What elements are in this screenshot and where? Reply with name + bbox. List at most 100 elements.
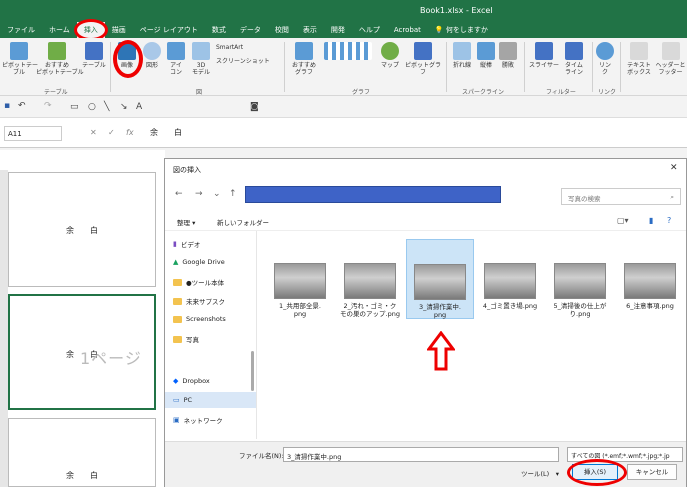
winloss-label: 勝敗 xyxy=(501,62,514,69)
oval-shape-icon[interactable]: ○ xyxy=(88,102,96,112)
camera-icon[interactable]: ◙ xyxy=(250,102,259,112)
file-item[interactable]: 1_共用部全景. png xyxy=(266,259,334,318)
file-item-selected[interactable]: 3_清掃作業中. png xyxy=(406,239,474,319)
tab-help[interactable]: ヘルプ xyxy=(352,22,387,38)
dialog-footer: ファイル名(N): 3_清掃作業中.png すべての図 (*.emf;*.wmf… xyxy=(165,441,686,487)
shapes-icon xyxy=(143,42,161,60)
file-name: 5_清掃後の仕上が り.png xyxy=(553,302,607,318)
tab-file[interactable]: ファイル xyxy=(0,22,42,38)
group-filter-label: フィルター xyxy=(546,89,576,96)
file-item[interactable]: 6_注意事項.png xyxy=(616,259,684,310)
google-drive-icon: ▲ xyxy=(173,258,179,266)
image-thumbnail xyxy=(484,263,536,299)
tab-formulas[interactable]: 数式 xyxy=(205,22,233,38)
new-folder-button[interactable]: 新しいフォルダー xyxy=(217,217,269,227)
nav-item-folder[interactable]: ●ツール本体 xyxy=(173,277,224,287)
scrollbar[interactable] xyxy=(251,351,254,391)
back-arrow-icon[interactable]: ← xyxy=(175,189,183,199)
3d-model-button[interactable]: 3D モデル xyxy=(188,42,214,76)
window-title: Book1.xlsx - Excel xyxy=(420,6,493,15)
undo-icon[interactable]: ↶ xyxy=(18,101,26,111)
preview-pane-icon[interactable]: ▮ xyxy=(649,216,653,225)
smartart-label: SmartArt xyxy=(216,44,244,51)
redo-icon[interactable]: ↷ xyxy=(44,101,52,111)
nav-item-folder[interactable]: Screenshots xyxy=(173,315,226,323)
line-shape-icon[interactable]: ╲ xyxy=(104,102,109,112)
image-thumbnail xyxy=(414,264,466,300)
close-icon[interactable]: ✕ xyxy=(670,163,678,173)
pivot-chart-button[interactable]: ピボットグラフ xyxy=(404,42,442,76)
tab-acrobat[interactable]: Acrobat xyxy=(387,22,428,38)
file-item[interactable]: 5_清掃後の仕上が り.png xyxy=(546,259,614,318)
ribbon-tabs: ファイル ホーム 挿入 描画 ページ レイアウト 数式 データ 校閲 表示 開発… xyxy=(0,19,495,41)
nav-item-network[interactable]: ▣ ネットワーク xyxy=(173,415,223,425)
pivot-table-button[interactable]: ピボットテー ブル xyxy=(2,42,38,76)
tab-home[interactable]: ホーム xyxy=(42,22,77,38)
timeline-button[interactable]: タイム ライン xyxy=(560,42,588,76)
cancel-icon[interactable]: ✕ xyxy=(90,128,97,137)
cancel-button[interactable]: キャンセル xyxy=(627,464,677,480)
ribbon-divider xyxy=(446,42,447,92)
ribbon-divider xyxy=(620,42,621,92)
tab-insert[interactable]: 挿入 xyxy=(73,19,108,41)
tab-review[interactable]: 校閲 xyxy=(268,22,296,38)
shapes-button[interactable]: 図形 xyxy=(140,42,164,69)
cube-icon xyxy=(192,42,210,60)
icons-button[interactable]: アイ コン xyxy=(164,42,188,76)
sparkline-winloss-button[interactable]: 勝敗 xyxy=(498,42,518,69)
header-footer-button[interactable]: ヘッダーと フッター xyxy=(654,42,687,76)
chevron-down-icon[interactable]: ⌄ xyxy=(213,189,221,199)
link-label: リン ク xyxy=(598,62,611,76)
pivot-table-icon xyxy=(10,42,28,60)
nav-item-dropbox[interactable]: ◆ Dropbox xyxy=(173,377,210,385)
file-item[interactable]: 2_汚れ・ゴミ・ク モの巣のアップ.png xyxy=(336,259,404,318)
screenshot-label: スクリーンショット xyxy=(216,58,270,65)
sparkline-column-button[interactable]: 縦棒 xyxy=(476,42,496,69)
help-icon[interactable]: ? xyxy=(667,216,671,225)
line-label: 折れ線 xyxy=(452,62,471,69)
tab-draw[interactable]: 描画 xyxy=(105,22,133,38)
arrow-shape-icon[interactable]: ↘ xyxy=(120,102,128,112)
up-arrow-icon[interactable]: ↑ xyxy=(229,189,237,199)
textbox-button[interactable]: テキスト ボックス xyxy=(624,42,654,76)
image-thumbnail xyxy=(554,263,606,299)
save-icon[interactable]: ▪ xyxy=(4,101,10,111)
textbox-qat-icon[interactable]: A xyxy=(136,102,142,112)
organize-button[interactable]: 整理 ▾ xyxy=(177,217,195,227)
tab-view[interactable]: 表示 xyxy=(296,22,324,38)
filename-input[interactable]: 3_清掃作業中.png xyxy=(283,447,559,462)
table-button[interactable]: テーブル xyxy=(80,42,108,69)
nav-item-pc[interactable]: ▭ PC xyxy=(165,392,256,408)
check-icon[interactable]: ✓ xyxy=(108,128,115,137)
command-bar: 整理 ▾ 新しいフォルダー ▢▾ ▮ ? xyxy=(165,211,686,231)
nav-label: 未来サプスク xyxy=(186,298,225,306)
nav-item-folder[interactable]: 未来サプスク xyxy=(173,296,225,306)
smartart-button[interactable]: SmartArt xyxy=(216,44,243,51)
sparkline-line-button[interactable]: 折れ線 xyxy=(450,42,474,69)
view-options-icon[interactable]: ▢▾ xyxy=(617,216,629,225)
nav-item-video[interactable]: ▮ ビデオ xyxy=(173,239,200,249)
tools-dropdown[interactable]: ツール(L) ▾ xyxy=(521,468,559,478)
forward-arrow-icon[interactable]: → xyxy=(195,189,203,199)
chart-types-gallery[interactable] xyxy=(322,42,374,62)
tab-developer[interactable]: 開発 xyxy=(324,22,352,38)
tab-page-layout[interactable]: ページ レイアウト xyxy=(133,22,205,38)
nav-item-folder[interactable]: 写真 xyxy=(173,334,199,344)
tab-data[interactable]: データ xyxy=(233,22,268,38)
recommended-pivot-button[interactable]: おすすめ ピボットテーブル xyxy=(36,42,84,76)
search-input[interactable]: 写真の検索 ⌕ xyxy=(561,188,681,205)
address-bar[interactable] xyxy=(245,186,501,203)
nav-item-google-drive[interactable]: ▲ Google Drive xyxy=(173,258,225,266)
file-item[interactable]: 4_ゴミ置き場.png xyxy=(476,259,544,310)
tell-me-search[interactable]: 💡 何をしますか xyxy=(428,22,495,38)
worksheet[interactable]: 余 白 余 白 余 白 1ページ xyxy=(0,150,165,487)
map-button[interactable]: マップ xyxy=(378,42,402,69)
function-icon[interactable]: fx xyxy=(126,128,134,137)
recommended-chart-button[interactable]: おすすめ グラフ xyxy=(288,42,320,76)
rectangle-shape-icon[interactable]: ▭ xyxy=(70,102,79,112)
formula-input[interactable]: 余 白 xyxy=(150,127,182,138)
link-button[interactable]: リン ク xyxy=(594,42,616,76)
screenshot-button[interactable]: スクリーンショット xyxy=(216,58,270,65)
name-box[interactable]: A11 xyxy=(4,126,62,141)
slicer-button[interactable]: スライサー xyxy=(528,42,560,69)
